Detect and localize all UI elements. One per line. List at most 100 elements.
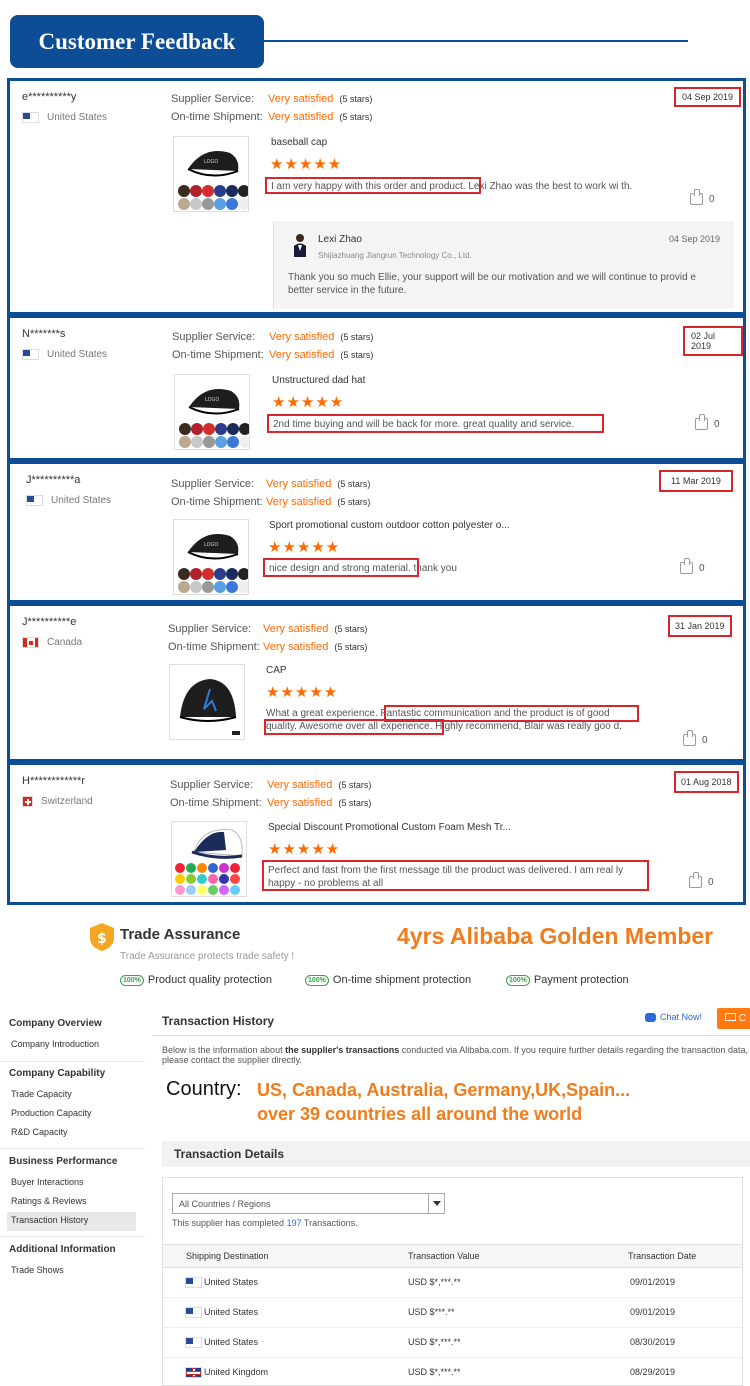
sidebar-item-transaction-history[interactable]: Transaction History (11, 1215, 88, 1225)
header-divider (264, 40, 688, 42)
star-rating: ★★★★★ (272, 394, 345, 411)
product-image[interactable] (169, 664, 245, 740)
sidebar-item-rd-capacity[interactable]: R&D Capacity (11, 1127, 68, 1137)
us-flag-icon (22, 112, 39, 123)
review-date: 01 Aug 2018 (674, 771, 739, 793)
trade-assurance-shield-icon: $ (90, 923, 114, 951)
feedback-header: Customer Feedback (0, 0, 750, 78)
reply-company: Shijiazhuang Jiangrun Technology Co., Lt… (318, 251, 472, 260)
country-region-select[interactable]: All Countries / Regions (172, 1193, 445, 1214)
country-label: Switzerland (41, 796, 93, 807)
like-count: 0 (702, 734, 708, 746)
page-title: Customer Feedback (10, 15, 264, 68)
check-badge-icon: 100% (305, 974, 329, 986)
country-label: United States (47, 112, 108, 123)
product-name[interactable]: Sport promotional custom outdoor cotton … (269, 520, 510, 531)
sidebar-item-trade-capacity[interactable]: Trade Capacity (11, 1089, 72, 1099)
sidebar-section-additional-information[interactable]: Additional Information (9, 1244, 116, 1255)
buyer-country: Canada (22, 637, 82, 648)
check-badge-icon: 100% (120, 974, 144, 986)
buyer-country: United States (22, 349, 107, 360)
comment-highlight (267, 414, 604, 433)
intro-text: Below is the information about the suppl… (162, 1045, 748, 1065)
like-button[interactable]: 0 (683, 730, 708, 746)
column-header: Transaction Date (628, 1251, 697, 1261)
shipment-rating: On-time Shipment: Very satisfied (5 stars) (172, 349, 374, 361)
review-card: H************r Switzerland Supplier Serv… (7, 762, 746, 905)
like-button[interactable]: 0 (695, 414, 720, 430)
country-label: United States (47, 349, 108, 360)
country-label: United States (51, 495, 112, 506)
shipment-rating: On-time Shipment: Very satisfied (5 stars) (170, 797, 372, 809)
country-summary: over 39 countries all around the world (257, 1104, 583, 1124)
review-card: N*******s United States Supplier Service… (7, 315, 746, 461)
transaction-table-panel: All Countries / Regions This supplier ha… (162, 1177, 743, 1386)
supplier-service-rating: Supplier Service: Very satisfied (5 stars) (170, 779, 372, 791)
thumbs-up-icon (695, 414, 708, 430)
section-title: Transaction History (162, 1014, 275, 1028)
review-date: 31 Jan 2019 (668, 615, 732, 637)
protection-product-quality: 100% Product quality protection (120, 974, 272, 986)
product-name[interactable]: Special Discount Promotional Custom Foam… (268, 822, 511, 833)
star-rating: ★★★★★ (268, 841, 341, 858)
buyer-name: H************r (22, 775, 85, 787)
country-list: US, Canada, Australia, Germany,UK,Spain.… (257, 1080, 631, 1100)
like-button[interactable]: 0 (690, 189, 715, 205)
column-header: Shipping Destination (186, 1251, 269, 1261)
product-image[interactable] (171, 821, 247, 897)
sidebar-item-trade-shows[interactable]: Trade Shows (11, 1265, 64, 1275)
reply-date: 04 Sep 2019 (668, 234, 720, 244)
switzerland-flag-icon (22, 796, 33, 807)
us-flag-icon (185, 1277, 202, 1289)
sidebar-section-business-performance[interactable]: Business Performance (9, 1156, 117, 1167)
buyer-name: e**********y (22, 91, 77, 103)
sidebar-divider (0, 1236, 145, 1237)
product-name[interactable]: CAP (266, 665, 287, 676)
contact-supplier-button[interactable]: C (717, 1008, 750, 1029)
sidebar-item-ratings-reviews[interactable]: Ratings & Reviews (11, 1196, 87, 1206)
country-label: Country: (166, 1078, 242, 1100)
like-count: 0 (709, 193, 715, 205)
canada-flag-icon (22, 637, 39, 648)
supplier-service-rating: Supplier Service: Very satisfied (5 stars) (168, 623, 368, 635)
review-card: e**********y United States Supplier Serv… (7, 78, 746, 315)
shipment-rating: On-time Shipment: Very satisfied (5 stars) (171, 496, 371, 508)
comment-highlight (262, 860, 649, 891)
us-flag-icon (185, 1337, 202, 1349)
product-name[interactable]: baseball cap (271, 137, 327, 148)
sidebar-section-company-capability[interactable]: Company Capability (9, 1068, 105, 1079)
table-row: United Kingdom USD $*,***.** 08/29/2019 (163, 1358, 742, 1386)
sidebar-section-company-overview[interactable]: Company Overview (9, 1018, 102, 1029)
svg-text:LOGO: LOGO (204, 159, 218, 165)
product-image[interactable]: LOGO (173, 519, 249, 595)
chevron-down-icon (428, 1194, 444, 1213)
uk-flag-icon (185, 1367, 202, 1379)
star-rating: ★★★★★ (266, 684, 339, 701)
like-button[interactable]: 0 (680, 558, 705, 574)
golden-member-banner: 4yrs Alibaba Golden Member (397, 923, 714, 949)
protection-payment: 100% Payment protection (506, 974, 629, 986)
table-header: Shipping Destination Transaction Value T… (163, 1244, 742, 1268)
thumbs-up-icon (690, 189, 703, 205)
buyer-country: United States (22, 112, 107, 123)
table-row: United States USD $***.** 09/01/2019 (163, 1298, 742, 1328)
product-name[interactable]: Unstructured dad hat (272, 375, 365, 386)
us-flag-icon (26, 495, 43, 506)
like-button[interactable]: 0 (689, 872, 714, 888)
product-image[interactable]: LOGO (174, 374, 250, 450)
review-card: J**********e Canada Supplier Service: Ver… (7, 603, 746, 762)
like-count: 0 (714, 418, 720, 430)
buyer-country: United States (26, 495, 111, 506)
comment-highlight (264, 719, 444, 735)
sidebar-item-buyer-interactions[interactable]: Buyer Interactions (11, 1177, 84, 1187)
transaction-details-title: Transaction Details (174, 1147, 285, 1161)
comment-highlight (263, 558, 419, 577)
chat-now-link[interactable]: Chat Now! (645, 1012, 702, 1022)
buyer-country: Switzerland (22, 796, 93, 807)
supplier-reply: Lexi Zhao Shijiazhuang Jiangrun Technolo… (273, 221, 734, 309)
product-image[interactable]: LOGO (173, 136, 249, 212)
sidebar-item-company-introduction[interactable]: Company Introduction (11, 1039, 99, 1049)
buyer-name: N*******s (22, 328, 66, 340)
sidebar-item-production-capacity[interactable]: Production Capacity (11, 1108, 92, 1118)
thumbs-up-icon (683, 730, 696, 746)
